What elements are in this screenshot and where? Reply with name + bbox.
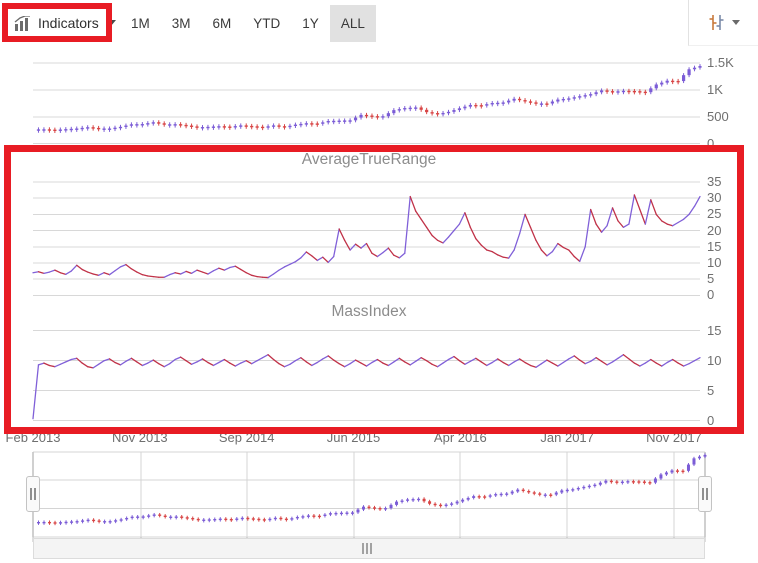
navigator-scrollbar[interactable] [33,538,705,559]
scrollbar-grip-icon[interactable] [362,543,372,554]
grip-icon [702,488,704,500]
range-navigator[interactable] [33,452,705,537]
grip-icon [706,488,708,500]
navigator-left-handle[interactable] [26,476,40,512]
stock-chart-app: Indicators 1M 3M 6M YTD 1Y ALL AverageTrueRan… [0,0,758,563]
grip-icon [34,488,36,500]
grip-icon [30,488,32,500]
navigator-right-handle[interactable] [698,476,712,512]
